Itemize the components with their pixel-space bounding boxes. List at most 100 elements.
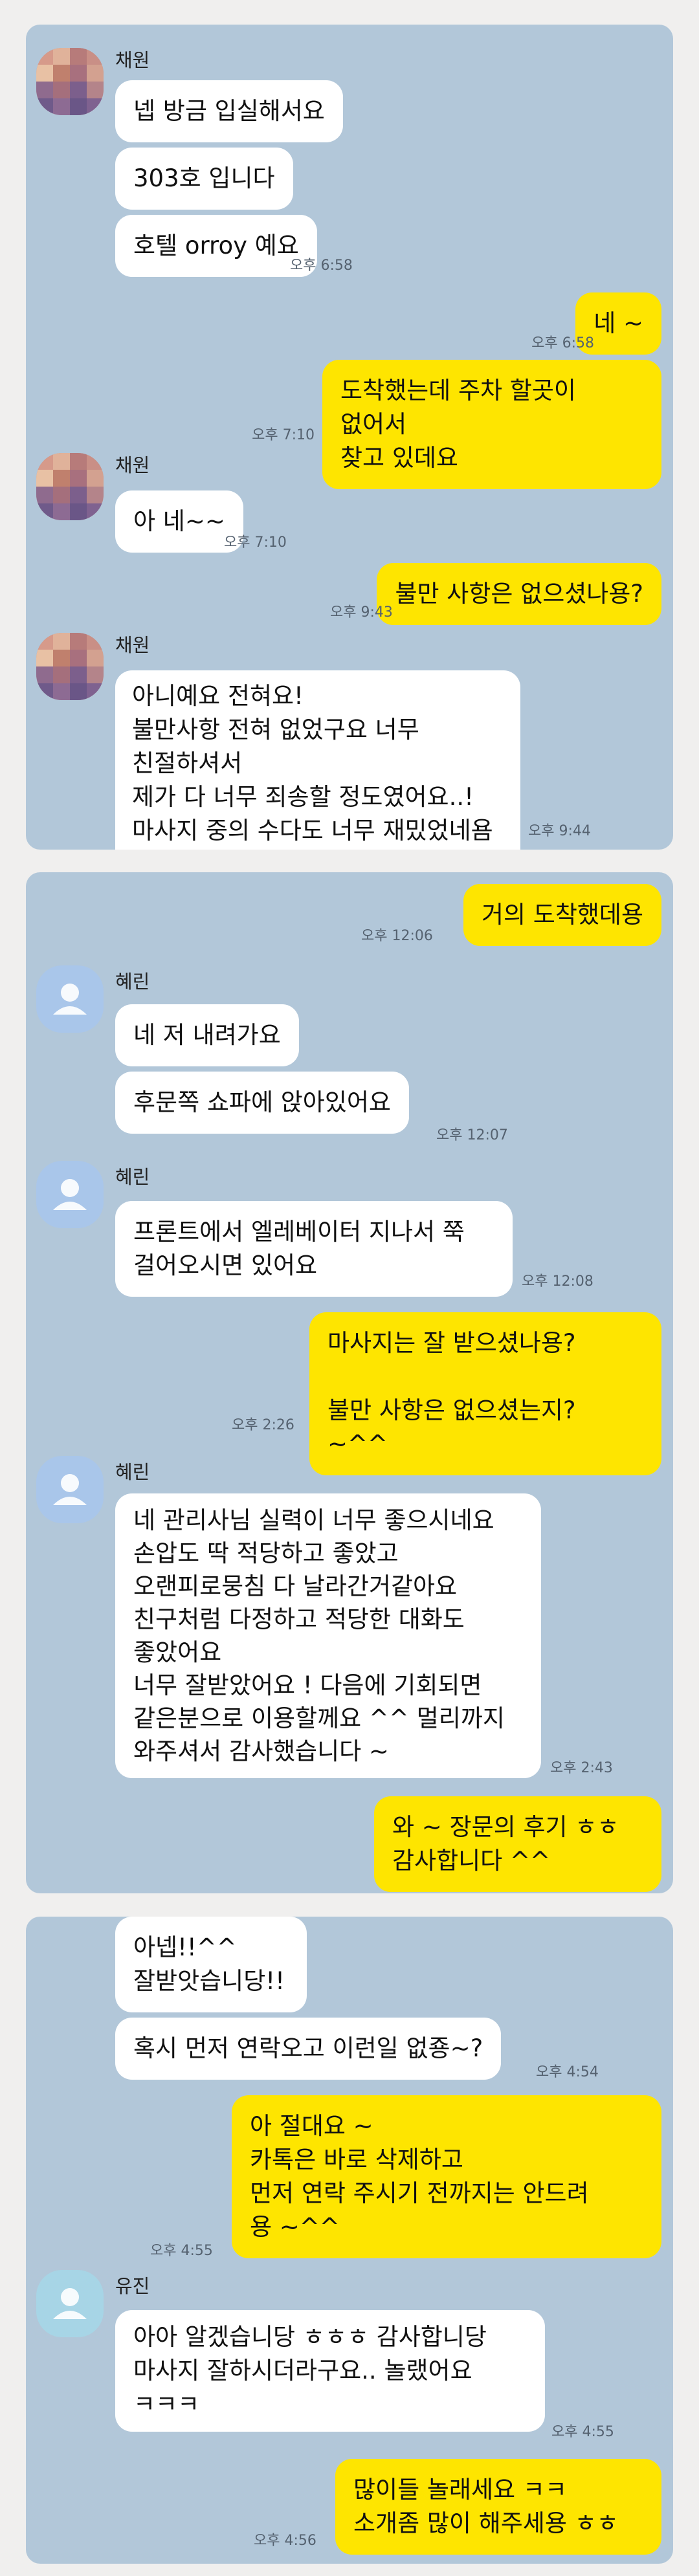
message-time: 오후 7:10 <box>224 534 287 551</box>
avatar-mosaic-cell <box>53 48 70 65</box>
message-bubble[interactable]: 네 관리사님 실력이 너무 좋으시네요 손압도 딱 적당하고 좋았고 오랜피로뭉… <box>115 1493 541 1778</box>
avatar-mosaic-cell <box>53 82 70 98</box>
sender-name: 혜린 <box>115 1166 150 1188</box>
avatar-mosaic-cell <box>87 65 104 82</box>
message-bubble[interactable]: 넵 방금 입실해서요 <box>115 80 343 142</box>
avatar-mosaic-cell <box>36 65 53 82</box>
avatar-mosaic-cell <box>87 470 104 487</box>
avatar-mosaic-cell <box>53 650 70 666</box>
sender-name: 채원 <box>115 454 150 476</box>
avatar-mosaic-cell <box>87 82 104 98</box>
message-bubble[interactable]: 303호 입니다 <box>115 148 293 210</box>
message-bubble[interactable]: 아넵!!^^ 잘받앗습니당!! <box>115 1917 307 2012</box>
avatar-mosaic-cell <box>36 82 53 98</box>
avatar-mosaic-cell <box>70 65 87 82</box>
message-time: 오후 4:54 <box>536 2064 599 2080</box>
avatar-mosaic-cell <box>70 453 87 470</box>
message-bubble[interactable]: 혹시 먼저 연락오고 이런일 없죵~? <box>115 2018 502 2080</box>
my-message-bubble[interactable]: 불만 사항은 없으셨나용? <box>377 563 661 625</box>
avatar-mosaic-cell <box>70 487 87 503</box>
avatar-mosaic-cell <box>53 470 70 487</box>
default-person-icon <box>53 1474 87 1505</box>
my-message-bubble[interactable]: 와 ~ 장문의 후기 ㅎㅎ 감사합니다 ^^ <box>374 1796 661 1892</box>
avatar-mosaic-cell <box>36 98 53 115</box>
avatar-mosaic-cell <box>70 650 87 666</box>
avatar-mosaic-cell <box>36 487 53 503</box>
avatar-mosaic-cell <box>70 683 87 700</box>
avatar-hyerin[interactable] <box>36 1161 104 1228</box>
avatar-mosaic-cell <box>87 487 104 503</box>
avatar-mosaic-cell <box>70 48 87 65</box>
sender-name: 유진 <box>115 2275 150 2297</box>
avatar-mosaic-cell <box>36 453 53 470</box>
message-bubble[interactable]: 프론트에서 엘레베이터 지나서 쭉 걸어오시면 있어요 <box>115 1201 513 1297</box>
avatar-mosaic-cell <box>70 98 87 115</box>
message-time: 오후 2:43 <box>550 1760 613 1776</box>
message-time: 오후 12:06 <box>361 928 433 944</box>
chat-screenshot-2: 거의 도착했데용 오후 12:06 혜린 네 저 내려가요 후문쪽 쇼파에 앉아… <box>26 872 673 1893</box>
my-message-bubble[interactable]: 마사지는 잘 받으셨나용? 불만 사항은 없으셨는지? ~^^ <box>309 1312 661 1475</box>
message-bubble[interactable]: 후문쪽 쇼파에 앉아있어요 <box>115 1072 409 1134</box>
my-message-bubble[interactable]: 아 절대요 ~ 카톡은 바로 삭제하고 먼저 연락 주시기 전까지는 안드려 용… <box>232 2095 661 2258</box>
sender-name: 채원 <box>115 634 150 656</box>
default-person-icon <box>53 984 87 1015</box>
avatar-mosaic-cell <box>36 633 53 650</box>
message-bubble[interactable]: 아아 알겠습니당 ㅎㅎㅎ 감사합니당 마사지 잘하시더라구요.. 놀랬어요 ㅋㅋ… <box>115 2310 545 2432</box>
message-time: 오후 6:58 <box>290 258 353 274</box>
avatar-mosaic-cell <box>70 82 87 98</box>
avatar-mosaic-cell <box>36 650 53 666</box>
avatar-mosaic-cell <box>87 453 104 470</box>
message-bubble[interactable]: 호텔 orroy 예요 <box>115 215 317 277</box>
avatar-chaewon[interactable] <box>36 48 104 115</box>
message-time: 오후 9:43 <box>330 604 393 621</box>
message-time: 오후 12:08 <box>522 1273 594 1290</box>
avatar-mosaic-cell <box>53 503 70 520</box>
sender-name: 혜린 <box>115 1461 150 1483</box>
avatar-mosaic-cell <box>53 98 70 115</box>
avatar-mosaic-cell <box>70 503 87 520</box>
message-time: 오후 7:10 <box>252 427 315 443</box>
avatar-mosaic-cell <box>36 48 53 65</box>
message-time: 오후 4:55 <box>150 2243 213 2259</box>
avatar-mosaic-cell <box>87 683 104 700</box>
avatar-mosaic-cell <box>53 487 70 503</box>
avatar-hyerin[interactable] <box>36 965 104 1033</box>
default-person-icon <box>53 1179 87 1210</box>
my-message-bubble[interactable]: 도착했는데 주차 할곳이 없어서 찾고 있데요 <box>322 360 661 489</box>
avatar-mosaic-cell <box>53 666 70 683</box>
avatar-chaewon[interactable] <box>36 633 104 700</box>
avatar-yujin[interactable] <box>36 2270 104 2337</box>
avatar-chaewon[interactable] <box>36 453 104 520</box>
avatar-mosaic-cell <box>36 470 53 487</box>
default-person-icon <box>53 2288 87 2319</box>
avatar-mosaic-cell <box>87 633 104 650</box>
avatar-hyerin[interactable] <box>36 1456 104 1523</box>
message-time: 오후 6:58 <box>531 335 594 351</box>
avatar-mosaic-cell <box>87 48 104 65</box>
message-time: 오후 4:56 <box>254 2533 316 2549</box>
avatar-mosaic-cell <box>53 633 70 650</box>
my-message-bubble[interactable]: 많이들 놀래세요 ㅋㅋ 소개좀 많이 해주세용 ㅎㅎ <box>335 2459 661 2555</box>
sender-name: 채원 <box>115 49 150 71</box>
avatar-mosaic-cell <box>36 503 53 520</box>
message-time: 오후 9:44 <box>528 823 591 839</box>
avatar-mosaic-cell <box>70 633 87 650</box>
avatar-mosaic-cell <box>87 650 104 666</box>
chat-screenshot-1: 채원 넵 방금 입실해서요 303호 입니다 호텔 orroy 예요 오후 6:… <box>26 25 673 850</box>
avatar-mosaic-cell <box>53 453 70 470</box>
chat-screenshot-3: 아넵!!^^ 잘받앗습니당!! 혹시 먼저 연락오고 이런일 없죵~? 오후 4… <box>26 1917 673 2564</box>
avatar-mosaic-cell <box>87 503 104 520</box>
avatar-mosaic-cell <box>36 683 53 700</box>
sender-name: 혜린 <box>115 971 150 993</box>
avatar-mosaic-cell <box>36 666 53 683</box>
message-bubble[interactable]: 네 저 내려가요 <box>115 1004 299 1066</box>
message-time: 오후 12:07 <box>436 1127 508 1143</box>
message-bubble[interactable]: 아니예요 전혀요! 불만사항 전혀 없었구요 너무 친절하셔서 제가 다 너무 … <box>115 670 520 850</box>
avatar-mosaic-cell <box>53 65 70 82</box>
avatar-mosaic-cell <box>87 666 104 683</box>
avatar-mosaic-cell <box>70 666 87 683</box>
my-message-bubble[interactable]: 거의 도착했데용 <box>463 884 661 946</box>
message-time: 오후 4:55 <box>551 2424 614 2440</box>
message-time: 오후 2:26 <box>232 1417 294 1433</box>
avatar-mosaic-cell <box>87 98 104 115</box>
